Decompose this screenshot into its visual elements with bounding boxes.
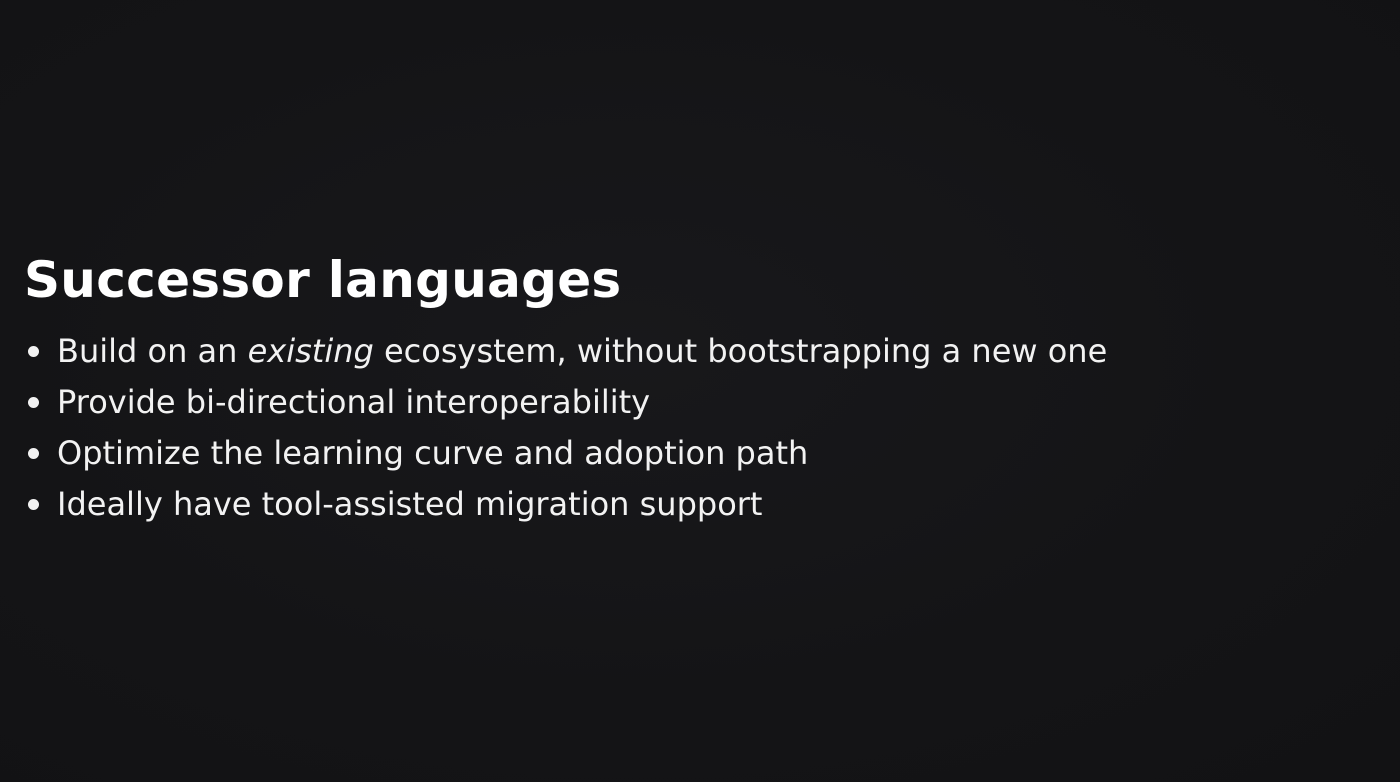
bullet-text-emphasis: existing xyxy=(247,332,374,370)
bullet-dot-icon xyxy=(28,448,39,459)
bullet-dot-icon xyxy=(28,346,39,357)
bullet-text-after: ecosystem, without bootstrapping a new o… xyxy=(373,332,1108,370)
bullet-dot-icon xyxy=(28,397,39,408)
bullet-item-migration: Ideally have tool-assisted migration sup… xyxy=(24,479,1364,530)
bullet-item-ecosystem: Build on an existing ecosystem, without … xyxy=(24,326,1364,377)
bullet-text: Ideally have tool-assisted migration sup… xyxy=(57,485,763,523)
bullet-text: Optimize the learning curve and adoption… xyxy=(57,434,809,472)
bullet-text: Provide bi-directional interoperability xyxy=(57,383,651,421)
bullet-item-interoperability: Provide bi-directional interoperability xyxy=(24,377,1364,428)
bullet-list: Build on an existing ecosystem, without … xyxy=(24,326,1364,530)
slide: Successor languages Build on an existing… xyxy=(0,0,1400,782)
bullet-item-learning-curve: Optimize the learning curve and adoption… xyxy=(24,428,1364,479)
slide-content: Successor languages Build on an existing… xyxy=(24,248,1364,530)
slide-title: Successor languages xyxy=(24,251,622,309)
bullet-text-before: Build on an xyxy=(57,332,248,370)
bullet-dot-icon xyxy=(28,499,39,510)
